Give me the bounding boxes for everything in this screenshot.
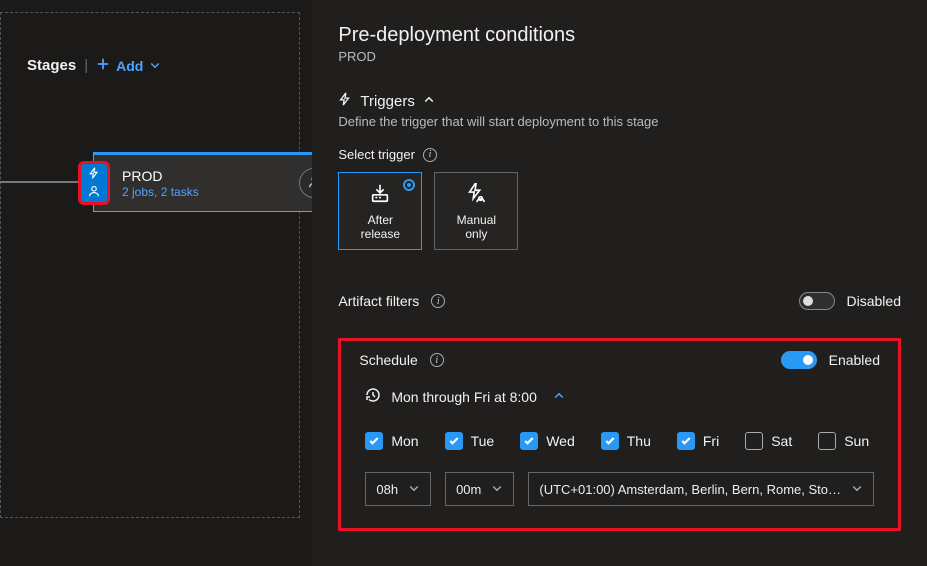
trigger-manual-line1: Manual: [457, 213, 496, 227]
panel-subtitle: PROD: [338, 49, 901, 64]
pipeline-connector: [0, 181, 78, 183]
artifact-filters-toggle[interactable]: [799, 292, 835, 310]
checkbox-icon: [445, 432, 463, 450]
checkbox-icon: [818, 432, 836, 450]
checkbox-icon: [601, 432, 619, 450]
trigger-manual-line2: only: [457, 227, 496, 241]
checkbox-icon: [677, 432, 695, 450]
day-label: Sat: [771, 433, 792, 449]
stage-name: PROD: [122, 167, 199, 185]
stage-tasks-link[interactable]: 2 jobs, 2 tasks: [122, 185, 199, 199]
day-label: Wed: [546, 433, 575, 449]
day-label: Tue: [471, 433, 495, 449]
schedule-toggle[interactable]: [781, 351, 817, 369]
artifact-filters-label: Artifact filters: [338, 293, 419, 309]
timezone-value: (UTC+01:00) Amsterdam, Berlin, Bern, Rom…: [539, 482, 841, 497]
chevron-down-icon: [851, 482, 863, 497]
schedule-section: Schedule i Enabled Mon through Fri at 8:…: [338, 338, 901, 531]
day-checkbox-fri[interactable]: Fri: [677, 432, 719, 450]
select-trigger-label: Select trigger: [338, 147, 415, 162]
checkbox-icon: [365, 432, 383, 450]
release-icon: [369, 182, 391, 207]
day-label: Thu: [627, 433, 651, 449]
schedule-timezone-dropdown[interactable]: (UTC+01:00) Amsterdam, Berlin, Bern, Rom…: [528, 472, 874, 506]
add-stage-button[interactable]: Add: [96, 57, 161, 74]
day-checkbox-thu[interactable]: Thu: [601, 432, 651, 450]
day-checkbox-tue[interactable]: Tue: [445, 432, 495, 450]
triggers-title: Triggers: [360, 93, 414, 110]
stages-heading: Stages: [27, 57, 76, 74]
chevron-down-icon: [408, 482, 420, 497]
day-label: Mon: [391, 433, 418, 449]
triggers-description: Define the trigger that will start deplo…: [338, 114, 901, 129]
manual-trigger-icon: [465, 182, 487, 207]
person-icon: [88, 184, 100, 200]
day-label: Fri: [703, 433, 719, 449]
trigger-option-manual-only[interactable]: Manual only: [434, 172, 518, 250]
day-checkbox-sat[interactable]: Sat: [745, 432, 792, 450]
trigger-option-after-release[interactable]: After release: [338, 172, 422, 250]
info-icon[interactable]: i: [431, 294, 445, 308]
stage-card-prod[interactable]: PROD 2 jobs, 2 tasks: [93, 152, 315, 212]
day-checkbox-mon[interactable]: Mon: [365, 432, 418, 450]
stages-panel: Stages | Add: [0, 12, 300, 518]
schedule-item-header[interactable]: Mon through Fri at 8:00: [365, 387, 880, 406]
hour-value: 08h: [376, 482, 398, 497]
day-checkbox-sun[interactable]: Sun: [818, 432, 869, 450]
radio-selected-icon: [403, 179, 415, 191]
info-icon[interactable]: i: [430, 353, 444, 367]
checkbox-icon: [520, 432, 538, 450]
day-label: Sun: [844, 433, 869, 449]
triggers-section-header[interactable]: Triggers: [338, 92, 901, 110]
day-checkbox-wed[interactable]: Wed: [520, 432, 575, 450]
plus-icon: [96, 57, 110, 74]
schedule-hour-dropdown[interactable]: 08h: [365, 472, 431, 506]
history-icon: [365, 387, 381, 406]
add-label: Add: [116, 58, 143, 74]
chevron-up-icon: [423, 93, 435, 110]
divider: |: [84, 57, 88, 74]
schedule-state: Enabled: [829, 352, 880, 368]
schedule-days-row: Mon Tue Wed Thu Fri Sat Sun: [365, 432, 874, 450]
pre-deployment-conditions-button[interactable]: [78, 161, 110, 205]
chevron-down-icon: [491, 482, 503, 497]
checkbox-icon: [745, 432, 763, 450]
minute-value: 00m: [456, 482, 481, 497]
chevron-up-icon: [553, 389, 565, 405]
trigger-icon: [88, 166, 100, 182]
info-icon[interactable]: i: [423, 148, 437, 162]
trigger-after-line2: release: [361, 227, 400, 241]
trigger-after-line1: After: [361, 213, 400, 227]
schedule-label: Schedule: [359, 352, 417, 368]
trigger-icon: [338, 92, 352, 110]
chevron-down-icon: [149, 58, 161, 74]
panel-title: Pre-deployment conditions: [338, 24, 901, 47]
schedule-minute-dropdown[interactable]: 00m: [445, 472, 514, 506]
artifact-filters-state: Disabled: [847, 293, 901, 309]
schedule-summary: Mon through Fri at 8:00: [391, 389, 537, 405]
